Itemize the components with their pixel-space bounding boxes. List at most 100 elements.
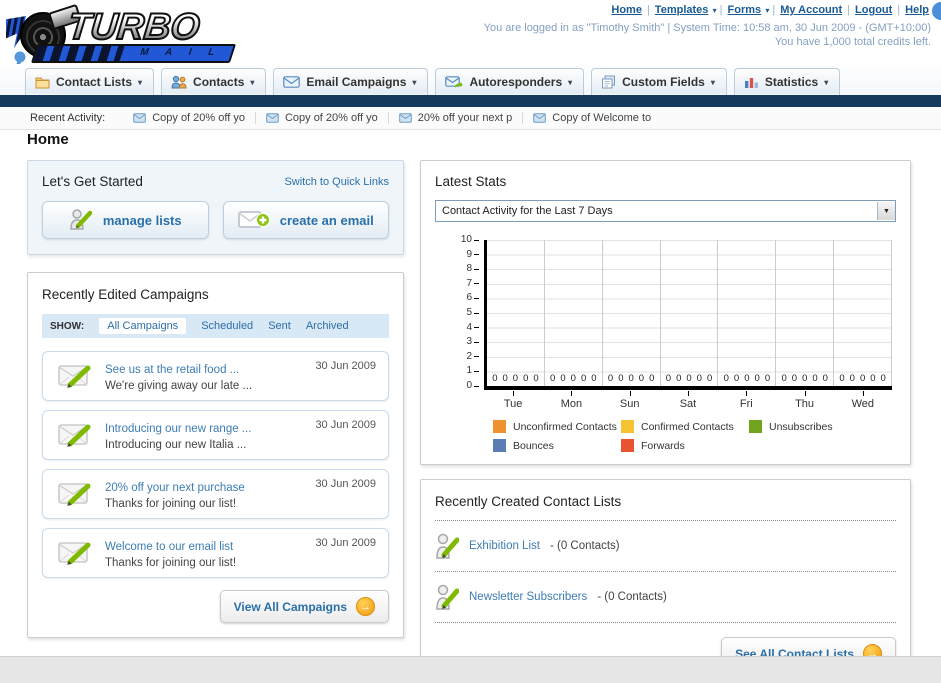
legend-item: Bounces	[493, 439, 621, 452]
recent-activity-item[interactable]: Copy of Welcome to	[523, 112, 661, 124]
contact-lists-panel: Recently Created Contact Lists Exhibitio…	[420, 479, 911, 683]
campaign-item[interactable]: See us at the retail food ... We're givin…	[42, 351, 389, 401]
tab-label: Contact Lists	[56, 75, 133, 89]
campaign-item[interactable]: 20% off your next purchase Thanks for joi…	[42, 469, 389, 519]
data-value-label: 0	[492, 373, 498, 384]
stats-dropdown[interactable]: Contact Activity for the Last 7 Days ▼	[435, 200, 896, 222]
campaign-date: 30 Jun 2009	[315, 478, 376, 490]
campaign-filter-bar: SHOW: All Campaigns Scheduled Sent Archived	[42, 314, 389, 338]
tab-label: Contacts	[193, 75, 245, 89]
tab-contact-lists[interactable]: Contact Lists ▾	[25, 68, 155, 95]
tab-label: Autoresponders	[469, 75, 563, 89]
chart-y-axis: 0 1 2 3 4 5 6 7 8 9 10	[445, 235, 479, 391]
chart-value-labels: 00000	[487, 373, 544, 384]
recent-activity-item[interactable]: 20% off your next p	[389, 112, 524, 124]
tab-contacts[interactable]: Contacts ▾	[161, 68, 267, 95]
filter-archived[interactable]: Archived	[306, 320, 349, 332]
data-value-label: 0	[812, 373, 818, 384]
legend-label: Unconfirmed Contacts	[513, 420, 617, 433]
data-value-label: 0	[618, 373, 624, 384]
legend-label: Confirmed Contacts	[641, 420, 734, 433]
get-started-title: Let's Get Started	[42, 174, 143, 189]
campaign-text: See us at the retail food ... We're givin…	[105, 360, 252, 392]
top-link-logout[interactable]: Logout	[855, 4, 892, 16]
top-link-templates[interactable]: Templates	[655, 4, 709, 16]
contact-list-name-link[interactable]: Newsletter Subscribers	[469, 591, 587, 603]
campaign-title-link[interactable]: Introducing our new range ...	[105, 423, 251, 435]
y-tick-value: 10	[460, 234, 472, 245]
campaign-title-link[interactable]: Welcome to our email list	[105, 541, 233, 553]
chart-value-labels: 00000	[718, 373, 775, 384]
x-axis-tick-label: Wed	[834, 390, 892, 410]
data-value-label: 0	[791, 373, 798, 384]
x-axis-tick-label: Fri	[717, 390, 775, 410]
chart-value-labels: 00000	[545, 373, 602, 384]
create-email-button[interactable]: create an email	[222, 201, 389, 239]
tab-email-campaigns[interactable]: Email Campaigns ▾	[273, 68, 429, 95]
campaign-item[interactable]: Welcome to our email list Thanks for join…	[42, 528, 389, 578]
tab-custom-fields[interactable]: Custom Fields ▾	[591, 68, 727, 95]
recent-activity-bar: Recent Activity: Copy of 20% off yo Copy …	[0, 107, 941, 130]
data-value-label: 0	[781, 373, 787, 384]
x-axis-tick-label: Thu	[775, 390, 833, 410]
data-value-label: 0	[502, 373, 508, 384]
chart-day-column: 00000	[545, 240, 603, 386]
page-title: Home	[27, 131, 69, 148]
legend-swatch	[749, 420, 762, 433]
data-value-label: 0	[638, 373, 645, 384]
contact-list-item[interactable]: Newsletter Subscribers - (0 Contacts)	[435, 581, 896, 613]
top-link-home[interactable]: Home	[611, 4, 642, 16]
campaign-title-link[interactable]: 20% off your next purchase	[105, 482, 245, 494]
envelope-pencil-icon	[58, 481, 92, 507]
top-link-forms[interactable]: Forms	[728, 4, 762, 16]
recent-activity-item[interactable]: Copy of 20% off yo	[256, 112, 389, 124]
mail-icon	[266, 113, 279, 123]
chevron-down-icon: ▾	[710, 77, 715, 87]
data-value-label: 0	[859, 373, 866, 384]
data-value-label: 0	[628, 373, 634, 384]
campaign-text: Welcome to our email list Thanks for join…	[105, 537, 236, 569]
data-value-label: 0	[839, 373, 845, 384]
left-column: Let's Get Started Switch to Quick Links …	[27, 160, 404, 638]
chart-legend: Unconfirmed Contacts Confirmed Contacts Un…	[493, 420, 892, 452]
y-tick-value: 5	[466, 307, 472, 318]
campaign-item[interactable]: Introducing our new range ... Introducing…	[42, 410, 389, 460]
switch-quick-links[interactable]: Switch to Quick Links	[284, 176, 389, 188]
filter-scheduled[interactable]: Scheduled	[201, 320, 253, 332]
campaign-subtitle: Thanks for joining our list!	[105, 557, 237, 569]
data-value-label: 0	[696, 373, 702, 384]
manage-lists-button[interactable]: manage lists	[42, 201, 209, 239]
campaign-subtitle: We're giving away our late ...	[105, 380, 253, 392]
envelope-pencil-icon	[58, 540, 92, 566]
campaigns-title: Recently Edited Campaigns	[42, 287, 209, 302]
view-all-campaigns-button[interactable]: View All Campaigns →	[219, 590, 389, 623]
contact-list-name-link[interactable]: Exhibition List	[469, 540, 540, 552]
chart-day-column: 00000	[776, 240, 835, 386]
nav-separator: |	[772, 4, 776, 16]
filter-all-campaigns[interactable]: All Campaigns	[99, 318, 187, 334]
navy-divider-bar	[0, 95, 941, 107]
contact-list-item[interactable]: Exhibition List - (0 Contacts)	[435, 530, 896, 562]
latest-stats-panel: Latest Stats Contact Activity for the La…	[420, 160, 911, 465]
filter-sent[interactable]: Sent	[268, 320, 291, 332]
person-pencil-icon	[435, 532, 459, 560]
recent-activity-item[interactable]: Copy of 20% off yo	[123, 112, 256, 124]
campaign-text: 20% off your next purchase Thanks for joi…	[105, 478, 245, 510]
y-tick-value: 8	[466, 263, 472, 275]
tab-autoresponders[interactable]: Autoresponders ▾	[435, 68, 585, 95]
campaign-title-link[interactable]: See us at the retail food ...	[105, 364, 239, 376]
recent-activity-item-label: Copy of 20% off yo	[152, 112, 245, 124]
recent-activity-item-label: Copy of Welcome to	[552, 112, 652, 124]
y-tick-value: 4	[466, 321, 472, 333]
recent-activity-items: Copy of 20% off yo Copy of 20% off yo 20% …	[123, 112, 661, 124]
y-axis-tick-label: 2	[466, 351, 479, 362]
top-link-help[interactable]: Help	[905, 4, 929, 16]
legend-swatch	[621, 420, 634, 433]
data-value-label: 0	[665, 373, 672, 384]
tab-statistics[interactable]: Statistics ▾	[733, 68, 841, 95]
data-value-label: 0	[560, 373, 566, 384]
top-link-my-account[interactable]: My Account	[780, 4, 842, 16]
view-all-campaigns-label: View All Campaigns	[233, 599, 347, 614]
recent-activity-item-label: Copy of 20% off yo	[284, 112, 378, 124]
chart-day-column: 00000	[487, 240, 545, 386]
